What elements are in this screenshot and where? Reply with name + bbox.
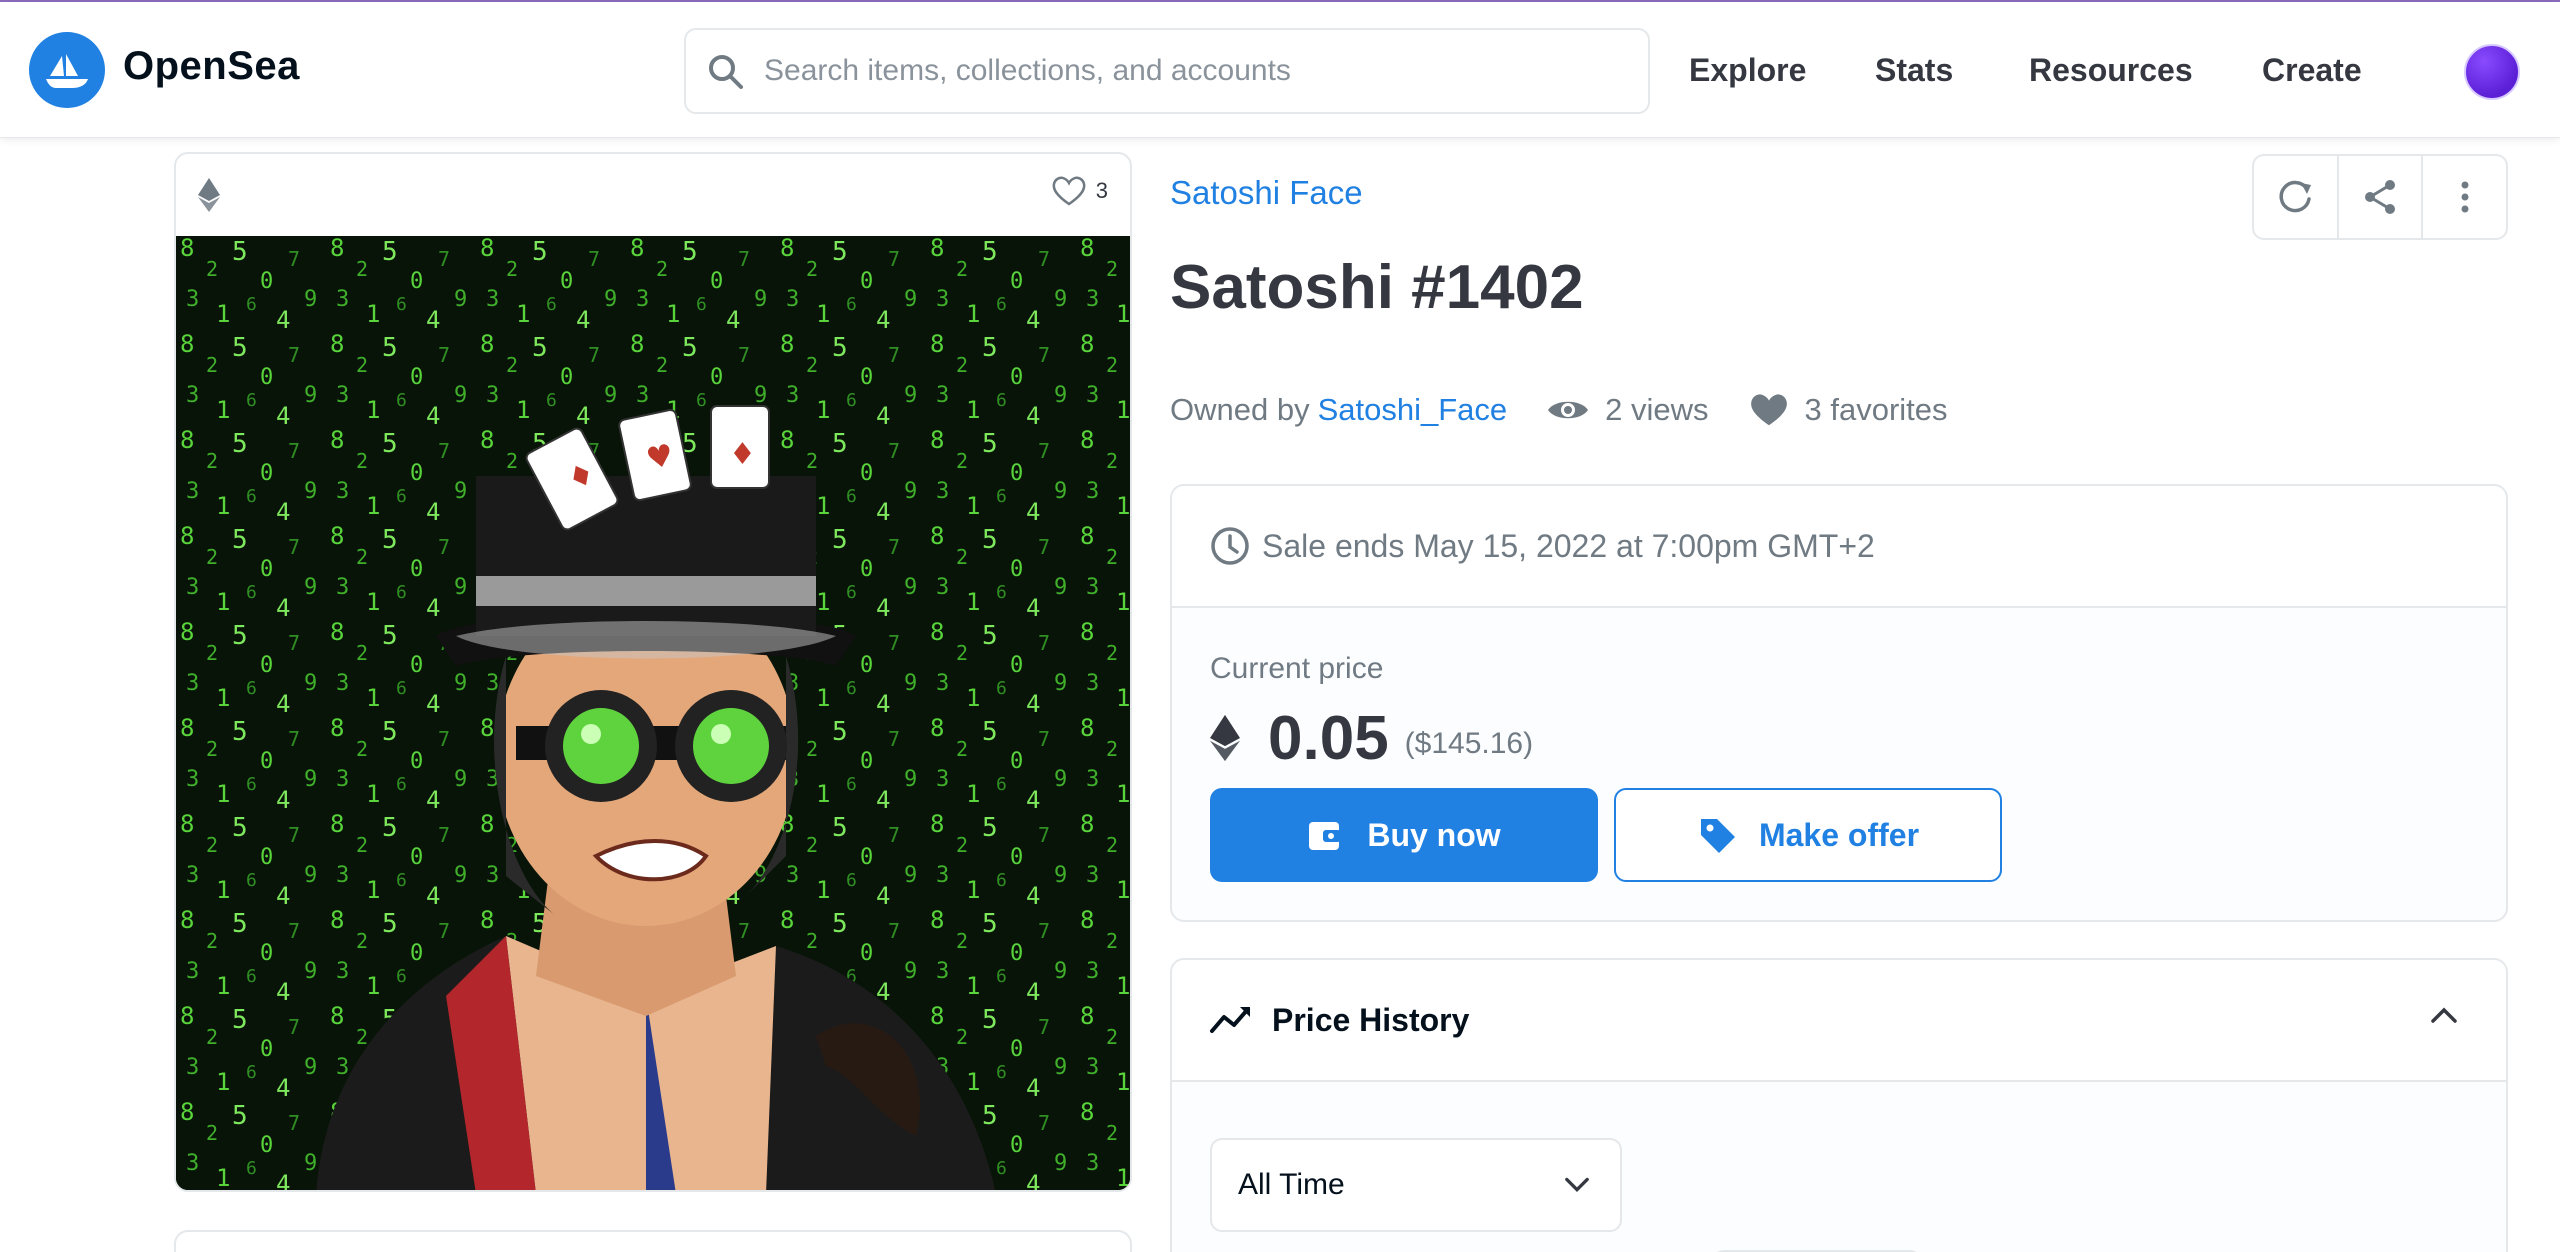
owned-by-label: Owned by	[1170, 392, 1310, 427]
profile-avatar[interactable]	[2464, 44, 2520, 100]
svg-text:♦: ♦	[729, 437, 756, 472]
eye-icon	[1548, 401, 1589, 419]
opensea-logo[interactable]	[29, 32, 105, 108]
more-vertical-icon	[2461, 181, 2469, 213]
brand-name[interactable]: OpenSea	[123, 44, 300, 89]
nav-stats[interactable]: Stats	[1875, 52, 1953, 89]
sale-end-banner: Sale ends May 15, 2022 at 7:00pm GMT+2	[1172, 486, 2506, 608]
tag-icon	[1700, 819, 1735, 853]
refresh-icon	[2279, 180, 2312, 213]
favorite-count: 3	[1095, 178, 1108, 203]
trend-line-icon	[1210, 1007, 1250, 1033]
search-input[interactable]	[764, 42, 1624, 100]
nft-artwork-illustration: 8 2 5 0 7 3 1 6 4 9	[176, 236, 1130, 1190]
sale-end-text: Sale ends May 15, 2022 at 7:00pm GMT+2	[1262, 527, 1875, 564]
clock-icon	[1211, 527, 1249, 565]
views-text: 2 views	[1605, 392, 1709, 427]
item-meta: Owned by Satoshi_Face 2 views 3 favorite…	[1170, 386, 1948, 434]
favorites-count: 3 favorites	[1749, 392, 1948, 428]
heart-icon	[1052, 176, 1086, 206]
search-icon	[709, 55, 743, 89]
ethereum-icon	[198, 178, 220, 212]
item-media-card: 3 8 2 5 0 7 3 1 6 4 9	[174, 152, 1132, 1192]
current-price-label: Current price	[1210, 652, 1384, 685]
site-header: OpenSea Explore Stats Resources Create	[0, 2, 2560, 138]
price-row: 0.05 ($145.16)	[1210, 698, 1533, 778]
item-title: Satoshi #1402	[1170, 253, 1584, 322]
chevron-up-icon	[2431, 1007, 2457, 1023]
price-value: 0.05	[1268, 703, 1389, 773]
search-bar[interactable]	[684, 28, 1650, 114]
price-usd: ($145.16)	[1404, 727, 1534, 760]
views-count: 2 views	[1547, 392, 1709, 428]
sale-panel: Sale ends May 15, 2022 at 7:00pm GMT+2 C…	[1170, 484, 2508, 922]
item-actions	[2252, 154, 2508, 240]
price-history-panel: Price History All Time	[1170, 958, 2508, 1252]
favorite-toggle[interactable]: 3	[1052, 176, 1108, 206]
item-details-card	[174, 1230, 1132, 1252]
price-history-title: Price History	[1272, 1001, 1470, 1038]
buy-now-button[interactable]: Buy now	[1210, 788, 1598, 882]
favorites-text: 3 favorites	[1804, 392, 1948, 427]
heart-icon	[1750, 394, 1787, 426]
nav-resources[interactable]: Resources	[2029, 52, 2193, 89]
time-range-value: All Time	[1238, 1168, 1345, 1201]
refresh-button[interactable]	[2254, 156, 2339, 238]
nav-explore[interactable]: Explore	[1689, 52, 1806, 89]
ship-icon	[46, 54, 88, 88]
ethereum-icon	[1210, 714, 1240, 762]
time-range-select[interactable]: All Time	[1210, 1138, 1622, 1232]
chevron-down-icon	[1565, 1177, 1589, 1192]
wallet-icon	[1309, 822, 1342, 850]
nav-create[interactable]: Create	[2262, 52, 2362, 89]
make-offer-button[interactable]: Make offer	[1614, 788, 2002, 882]
nft-artwork[interactable]: 8 2 5 0 7 3 1 6 4 9	[176, 236, 1130, 1190]
media-toolbar: 3	[176, 154, 1130, 236]
share-icon	[2365, 180, 2395, 214]
collection-link[interactable]: Satoshi Face	[1170, 174, 1363, 212]
make-offer-label: Make offer	[1758, 816, 1920, 853]
share-button[interactable]	[2339, 156, 2424, 238]
buy-now-label: Buy now	[1367, 816, 1501, 853]
price-history-header[interactable]: Price History	[1172, 960, 2506, 1082]
more-options-button[interactable]	[2423, 156, 2506, 238]
owner-link[interactable]: Satoshi_Face	[1318, 392, 1508, 428]
